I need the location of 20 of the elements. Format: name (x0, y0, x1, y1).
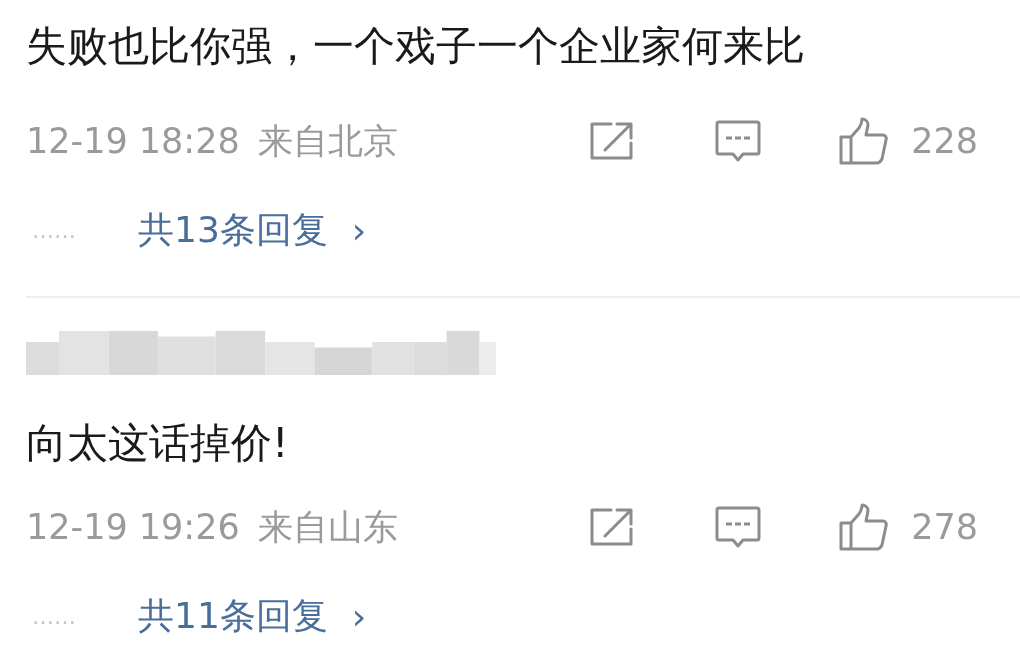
comment-time: 12-19 18:28 (26, 121, 240, 161)
comment-location: 来自山东 (257, 505, 398, 549)
ellipsis-text: …… (31, 603, 77, 629)
chevron-icon[interactable]: › (351, 595, 367, 637)
comment-location: 来自北京 (257, 119, 398, 163)
comment-text: 失败也比你强，一个戏子一个企业家何来比 (26, 20, 805, 72)
ellipsis-text: …… (31, 217, 77, 243)
replies-link[interactable]: 共13条回复 (138, 205, 328, 255)
share-icon[interactable] (589, 507, 636, 547)
comment-time: 12-19 19:26 (26, 507, 240, 547)
comment-icon[interactable] (715, 506, 762, 548)
share-icon[interactable] (589, 121, 636, 161)
thumbs-up-icon[interactable] (839, 117, 890, 165)
thumbs-up-icon[interactable] (839, 503, 890, 551)
chevron-icon[interactable]: › (351, 209, 367, 251)
like-count: 228 (911, 121, 978, 161)
comment-text: 向太这话掉价! (26, 417, 289, 469)
like-count: 278 (911, 507, 978, 547)
comment-icon[interactable] (715, 120, 762, 162)
replies-link[interactable]: 共11条回复 (138, 591, 328, 641)
